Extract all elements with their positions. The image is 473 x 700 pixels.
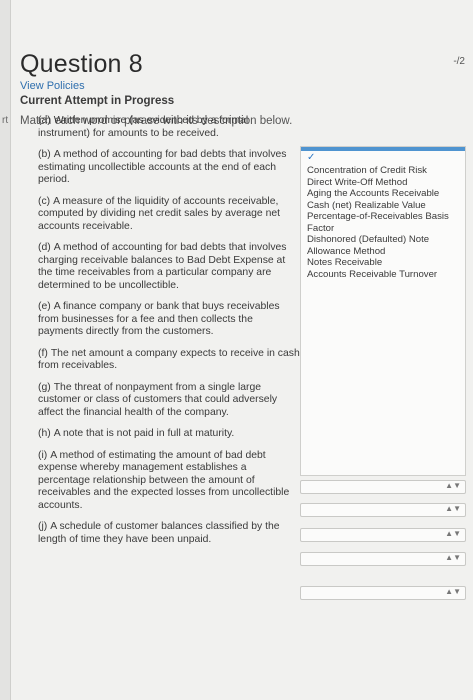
updown-arrow-icon: ▲▼ (445, 481, 461, 490)
question-page: rt -/2 Question 8 View Policies Current … (0, 0, 473, 700)
list-item: (c) A measure of the liquidity of account… (38, 195, 281, 232)
option-item[interactable]: Direct Write-Off Method (307, 177, 463, 189)
options-listbox[interactable]: ✓ Concentration of Credit Risk Direct Wr… (300, 146, 466, 476)
option-item[interactable]: Accounts Receivable Turnover (307, 269, 463, 281)
options-list: Concentration of Credit Risk Direct Writ… (307, 165, 463, 280)
options-header-bar (301, 147, 465, 151)
option-item[interactable]: Factor (307, 223, 463, 235)
description-list: (a) Written promise (as evidenced by a fo… (38, 115, 300, 555)
updown-arrow-icon: ▲▼ (445, 587, 461, 596)
updown-arrow-icon: ▲▼ (445, 553, 461, 562)
option-item[interactable]: Concentration of Credit Risk (307, 165, 463, 177)
answer-select-j[interactable]: ▲▼ (300, 586, 466, 600)
list-item: (g) The threat of nonpayment from a singl… (38, 381, 278, 418)
list-item: (d) A method of accounting for bad debts … (38, 242, 287, 291)
sidebar-label: rt (2, 115, 9, 126)
option-item[interactable]: Cash (net) Realizable Value (307, 200, 463, 212)
option-item[interactable]: Percentage-of-Receivables Basis (307, 211, 463, 223)
answer-select-f[interactable]: ▲▼ (300, 480, 466, 494)
attempt-status: Current Attempt in Progress (20, 95, 175, 107)
option-item[interactable]: Dishonored (Defaulted) Note (307, 234, 463, 246)
view-policies-link[interactable]: View Policies (20, 80, 292, 92)
left-sidebar: rt (0, 0, 11, 700)
option-item[interactable]: Aging the Accounts Receivable (307, 188, 463, 200)
updown-arrow-icon: ▲▼ (445, 529, 461, 538)
answer-select-h[interactable]: ▲▼ (300, 528, 466, 542)
answer-select-i[interactable]: ▲▼ (300, 552, 466, 566)
list-item: (h) A note that is not paid in full at ma… (38, 428, 235, 439)
list-item: (i) A method of estimating the amount of … (38, 449, 290, 511)
list-item: (e) A finance company or bank that buys r… (38, 301, 280, 337)
list-item: (a) Written promise (as evidenced by a fo… (38, 115, 249, 139)
question-title: Question 8 (20, 50, 143, 78)
score: -/2 (453, 56, 465, 67)
list-item: (j) A schedule of customer balances class… (38, 521, 280, 545)
updown-arrow-icon: ▲▼ (445, 504, 461, 513)
list-item: (b) A method of accounting for bad debts … (38, 149, 287, 185)
check-icon: ✓ (307, 152, 316, 163)
list-item: (f) The net amount a company expects to r… (38, 347, 300, 372)
option-item[interactable]: Allowance Method (307, 246, 463, 258)
answer-select-g[interactable]: ▲▼ (300, 503, 466, 517)
option-item[interactable]: Notes Receivable (307, 257, 463, 269)
